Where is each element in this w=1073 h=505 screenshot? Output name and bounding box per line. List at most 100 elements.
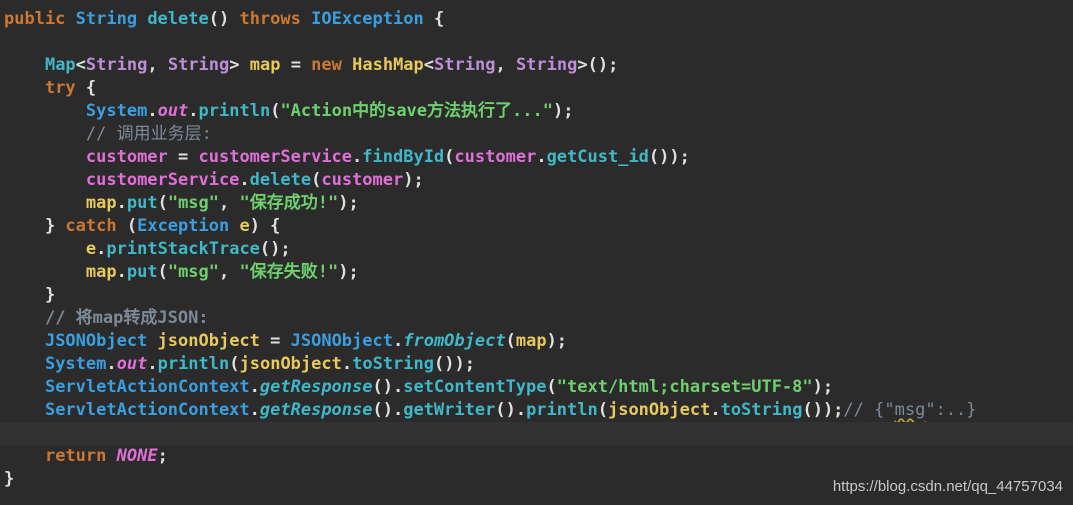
code-token: .	[392, 331, 404, 351]
code-line[interactable]: } catch (Exception e) {	[0, 215, 1073, 238]
code-token: println	[198, 101, 271, 121]
code-token: out	[157, 101, 189, 121]
code-token: msg	[894, 400, 926, 420]
code-token: "text/html;charset=UTF-8"	[556, 377, 813, 397]
code-token: getResponse	[259, 377, 373, 397]
code-line[interactable]: // 将map转成JSON:	[0, 307, 1073, 330]
code-line[interactable]: public String delete() throws IOExceptio…	[0, 8, 1073, 31]
code-token: (	[505, 331, 516, 351]
code-line[interactable]: return NONE;	[0, 445, 1073, 468]
code-token: .	[147, 354, 158, 374]
code-line[interactable]: try {	[0, 77, 1073, 100]
code-token: ,	[219, 193, 240, 213]
code-token: jsonObject	[157, 331, 271, 351]
code-line[interactable]: JSONObject jsonObject = JSONObject.fromO…	[0, 330, 1073, 353]
code-token: printStackTrace	[106, 239, 260, 259]
code-token: <	[423, 55, 435, 75]
code-line[interactable]	[0, 422, 1073, 445]
code-token: customerService	[85, 170, 240, 190]
code-token: customer	[321, 170, 404, 190]
code-token: e	[85, 239, 97, 259]
code-token: }	[4, 285, 56, 305]
code-token: toString	[352, 354, 434, 374]
code-token: );	[552, 101, 574, 121]
code-line[interactable]	[0, 31, 1073, 54]
code-token: delete	[249, 170, 312, 190]
code-token: );	[546, 331, 568, 351]
code-token: ());	[648, 147, 690, 167]
code-line[interactable]: }	[0, 284, 1073, 307]
code-token: "保存成功!"	[239, 193, 339, 213]
code-token: map	[85, 262, 117, 282]
code-token: "msg"	[167, 262, 220, 282]
code-token: HashMap	[352, 55, 424, 75]
code-token: ;	[157, 446, 168, 466]
code-token: Exception	[137, 216, 240, 236]
code-token: ();	[259, 239, 291, 259]
code-line[interactable]: map.put("msg", "保存失败!");	[0, 261, 1073, 284]
code-token: }	[4, 469, 15, 489]
code-token: (	[157, 262, 168, 282]
code-token: // 将map转成JSON:	[44, 308, 209, 328]
code-token: ServletActionContext	[44, 400, 250, 420]
code-line[interactable]: System.out.println("Action中的save方法执行了...…	[0, 100, 1073, 123]
code-token: .	[249, 400, 260, 420]
code-token: put	[126, 262, 158, 282]
code-token: JSONObject	[44, 331, 158, 351]
code-token: System	[44, 354, 107, 374]
code-token: customerService	[198, 147, 353, 167]
code-token: ()	[208, 9, 240, 29]
code-token: .	[249, 377, 260, 397]
code-token: System	[85, 101, 148, 121]
code-token: =	[270, 331, 291, 351]
code-token: throws	[239, 9, 312, 29]
code-token: put	[126, 193, 158, 213]
code-token: findById	[362, 147, 445, 167]
code-token: (	[311, 170, 322, 190]
code-token: fromObject	[403, 331, 506, 351]
code-line[interactable]: map.put("msg", "保存成功!");	[0, 192, 1073, 215]
code-token: ":..}	[925, 400, 977, 420]
code-token: .	[96, 239, 107, 259]
code-line[interactable]: customerService.delete(customer);	[0, 169, 1073, 192]
code-token: );	[338, 262, 359, 282]
code-line[interactable]: // 调用业务层:	[0, 123, 1073, 146]
code-line[interactable]: Map<String, String> map = new HashMap<St…	[0, 54, 1073, 77]
code-line[interactable]: e.printStackTrace();	[0, 238, 1073, 261]
code-line[interactable]: System.out.println(jsonObject.toString()…	[0, 353, 1073, 376]
code-token: .	[188, 101, 199, 121]
code-token: =	[290, 55, 312, 75]
code-token: println	[526, 400, 598, 420]
watermark: https://blog.csdn.net/qq_44757034	[832, 478, 1063, 495]
code-editor[interactable]: public String delete() throws IOExceptio…	[0, 0, 1073, 505]
code-token: .	[147, 101, 158, 121]
code-token: public	[4, 9, 76, 29]
code-token: >();	[577, 55, 619, 75]
code-token: ().	[372, 377, 404, 397]
code-token: "msg"	[167, 193, 220, 213]
code-token: ServletActionContext	[44, 377, 250, 397]
code-token: // 调用业务层:	[85, 124, 212, 144]
code-token: customer	[85, 147, 179, 167]
code-token: return	[44, 446, 117, 466]
code-token: (	[126, 216, 138, 236]
code-token: ,	[495, 55, 516, 75]
code-token: ,	[219, 262, 240, 282]
code-token: (	[157, 193, 168, 213]
code-token: JSONObject	[290, 331, 393, 351]
code-token: }	[4, 216, 66, 236]
code-token: String	[515, 55, 578, 75]
code-token: ());	[434, 354, 475, 374]
code-line[interactable]: ServletActionContext.getResponse().setCo…	[0, 376, 1073, 399]
code-token: =	[178, 147, 199, 167]
code-line[interactable]: ServletActionContext.getResponse().getWr…	[0, 399, 1073, 422]
code-token: new	[311, 55, 353, 75]
code-line[interactable]: customer = customerService.findById(cust…	[0, 146, 1073, 169]
